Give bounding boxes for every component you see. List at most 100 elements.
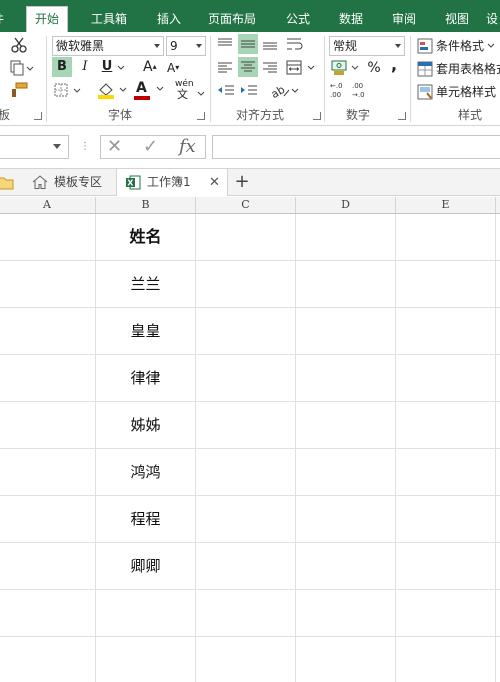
column-header-a[interactable]: A xyxy=(0,197,96,213)
tab-page-layout[interactable]: 页面布局 xyxy=(208,9,256,29)
cell-c[interactable] xyxy=(196,308,296,354)
font-size-select[interactable]: 9 xyxy=(166,36,206,56)
align-left-icon[interactable] xyxy=(217,61,233,75)
comma-style-button[interactable]: , xyxy=(388,56,400,74)
clipboard-dialog-launcher[interactable] xyxy=(34,112,42,120)
decrease-decimal-button[interactable]: .00 →.0 xyxy=(352,82,372,102)
percent-style-button[interactable]: % xyxy=(366,59,382,77)
cell-a[interactable] xyxy=(0,355,96,401)
tab-review[interactable]: 审阅 xyxy=(392,9,416,29)
tab-formulas[interactable]: 公式 xyxy=(286,9,310,29)
insert-function-button[interactable]: fx xyxy=(179,136,196,158)
number-format-select[interactable]: 常规 xyxy=(329,36,405,56)
cell-e[interactable] xyxy=(396,261,496,307)
cell-d[interactable] xyxy=(296,214,396,260)
tab-home[interactable]: 开始 xyxy=(26,6,69,32)
grow-font-button[interactable]: A▴ xyxy=(143,57,163,77)
alignment-dialog-launcher[interactable] xyxy=(313,112,321,120)
increase-indent-icon[interactable] xyxy=(240,84,258,98)
cell-d[interactable] xyxy=(296,496,396,542)
cell-e[interactable] xyxy=(396,355,496,401)
cell-a[interactable] xyxy=(0,308,96,354)
cell-c[interactable] xyxy=(196,449,296,495)
cell-e[interactable] xyxy=(396,590,496,636)
workbook-tab-templates[interactable]: 模板专区 xyxy=(24,169,116,196)
format-painter-icon[interactable] xyxy=(10,82,28,98)
align-center-button[interactable] xyxy=(238,57,258,77)
column-header-b[interactable]: B xyxy=(96,197,196,213)
cell-d[interactable] xyxy=(296,355,396,401)
cell-d[interactable] xyxy=(296,261,396,307)
cell-d[interactable] xyxy=(296,543,396,589)
cell-name[interactable]: 姊姊 xyxy=(96,402,196,448)
italic-button[interactable]: I xyxy=(76,57,94,77)
cell-a[interactable] xyxy=(0,637,96,682)
align-top-icon[interactable] xyxy=(217,37,233,51)
tab-file[interactable]: 件 xyxy=(0,9,6,29)
increase-decimal-button[interactable]: ←.0 .00 xyxy=(330,82,350,102)
cell-c[interactable] xyxy=(196,214,296,260)
cell-a[interactable] xyxy=(0,449,96,495)
cell-name[interactable]: 鸿鸿 xyxy=(96,449,196,495)
cell-name[interactable]: 程程 xyxy=(96,496,196,542)
conditional-formatting-button[interactable]: 条件格式 xyxy=(417,36,500,56)
cell-a[interactable] xyxy=(0,402,96,448)
cell-a[interactable] xyxy=(0,543,96,589)
align-right-icon[interactable] xyxy=(262,61,278,75)
fill-color-icon[interactable] xyxy=(96,81,128,99)
cell-d[interactable] xyxy=(296,637,396,682)
cell-d[interactable] xyxy=(296,308,396,354)
cell-e[interactable] xyxy=(396,402,496,448)
cell-d[interactable] xyxy=(296,590,396,636)
cell-c[interactable] xyxy=(196,355,296,401)
cell-styles-button[interactable]: 单元格样式 xyxy=(417,82,500,102)
font-color-button[interactable]: A xyxy=(134,80,166,100)
tab-view[interactable]: 视图 xyxy=(445,9,469,29)
number-dialog-launcher[interactable] xyxy=(398,112,406,120)
name-box[interactable] xyxy=(0,135,69,159)
tab-more[interactable]: 设 xyxy=(486,9,498,29)
tab-data[interactable]: 数据 xyxy=(339,9,363,29)
formula-input[interactable] xyxy=(212,135,500,159)
tab-toolbox[interactable]: 工具箱 xyxy=(91,9,127,29)
shrink-font-button[interactable]: A▾ xyxy=(167,57,187,77)
cell-a[interactable] xyxy=(0,590,96,636)
align-middle-button[interactable] xyxy=(238,34,258,54)
cell-c[interactable] xyxy=(196,261,296,307)
decrease-indent-icon[interactable] xyxy=(217,84,235,98)
cell-a[interactable] xyxy=(0,261,96,307)
font-dialog-launcher[interactable] xyxy=(197,112,205,120)
align-bottom-icon[interactable] xyxy=(262,37,278,51)
merge-center-icon[interactable] xyxy=(286,60,316,76)
workbook-tab-book1[interactable]: X 工作簿1 ✕ xyxy=(116,169,228,196)
close-tab-button[interactable]: ✕ xyxy=(209,169,220,196)
cell-name[interactable]: 兰兰 xyxy=(96,261,196,307)
cell-a[interactable] xyxy=(0,214,96,260)
cell-e[interactable] xyxy=(396,543,496,589)
cell-c[interactable] xyxy=(196,543,296,589)
cell-e[interactable] xyxy=(396,637,496,682)
cell-e[interactable] xyxy=(396,449,496,495)
cell-name[interactable]: 皇皇 xyxy=(96,308,196,354)
column-header-e[interactable]: E xyxy=(396,197,496,213)
cut-icon[interactable] xyxy=(10,36,28,54)
orientation-icon[interactable]: ab xyxy=(270,82,300,100)
cell-c[interactable] xyxy=(196,496,296,542)
underline-button[interactable]: U xyxy=(98,57,116,77)
borders-icon[interactable] xyxy=(54,83,82,99)
cell-d[interactable] xyxy=(296,402,396,448)
cell-e[interactable] xyxy=(396,214,496,260)
cell-e[interactable] xyxy=(396,496,496,542)
cell-c[interactable] xyxy=(196,637,296,682)
folder-icon[interactable] xyxy=(0,176,14,190)
cell-a[interactable] xyxy=(0,496,96,542)
cell-c[interactable] xyxy=(196,402,296,448)
column-header-d[interactable]: D xyxy=(296,197,396,213)
cell-name[interactable]: 律律 xyxy=(96,355,196,401)
font-name-select[interactable]: 微软雅黑 xyxy=(52,36,164,56)
accounting-format-icon[interactable] xyxy=(331,59,361,77)
wrap-text-icon[interactable] xyxy=(286,36,304,52)
confirm-entry-button[interactable]: ✓ xyxy=(143,136,158,158)
format-as-table-button[interactable]: 套用表格格式 xyxy=(417,59,500,79)
cell-name[interactable] xyxy=(96,590,196,636)
